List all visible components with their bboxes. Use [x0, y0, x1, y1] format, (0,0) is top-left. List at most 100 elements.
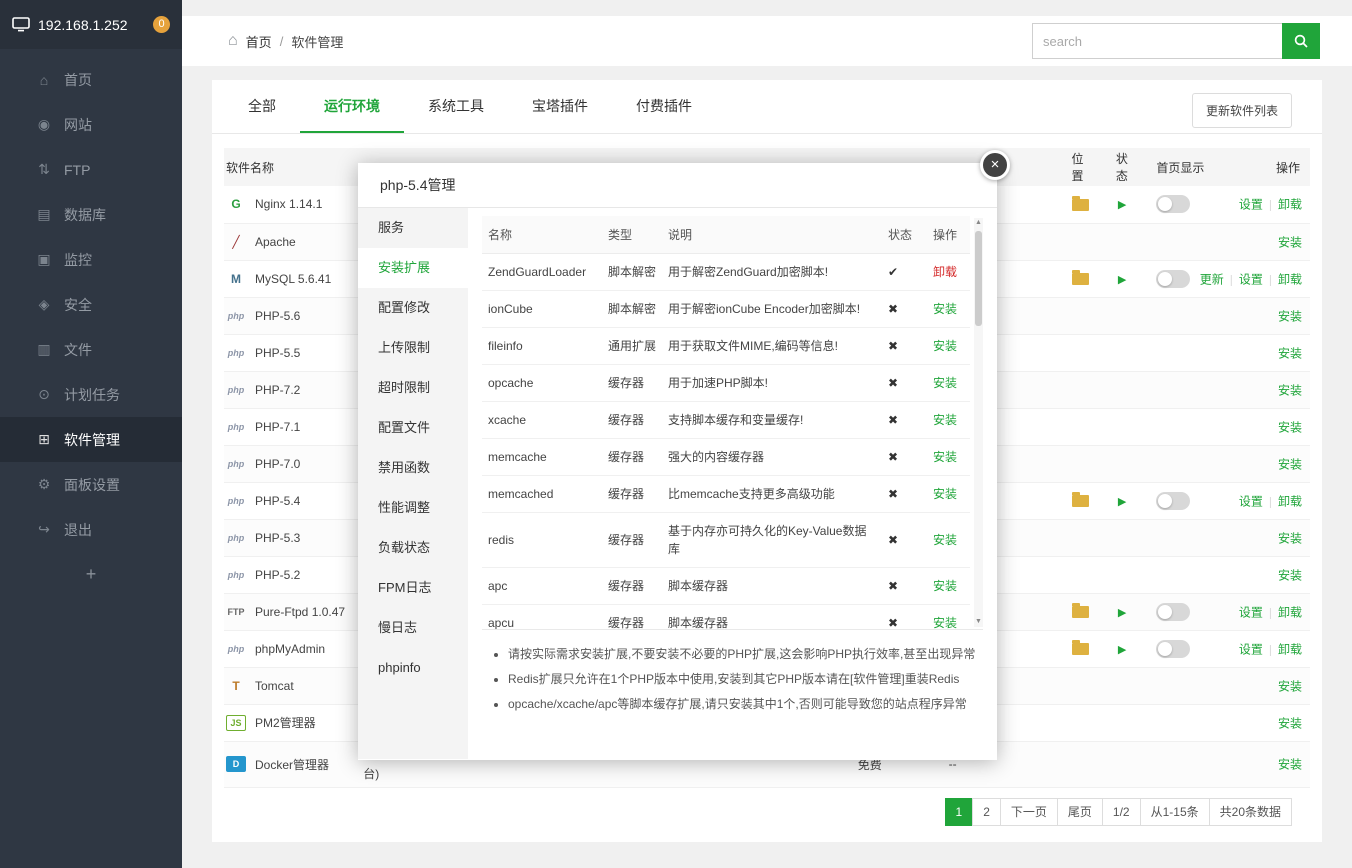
action-settings[interactable]: 设置 — [1239, 272, 1263, 286]
home-display-toggle[interactable] — [1156, 270, 1190, 288]
action-install[interactable]: 安装 — [1278, 383, 1302, 397]
page-item-2[interactable]: 2 — [972, 798, 1001, 826]
action-install[interactable]: 安装 — [1278, 568, 1302, 582]
action-install[interactable]: 安装 — [1278, 309, 1302, 323]
action-install[interactable]: 安装 — [1278, 758, 1302, 772]
install-link[interactable]: 安装 — [933, 339, 957, 353]
install-link[interactable]: 安装 — [933, 616, 957, 630]
uninstall-link[interactable]: 卸载 — [933, 265, 957, 279]
install-link[interactable]: 安装 — [933, 450, 957, 464]
ext-desc: 用于解密ZendGuard加密脚本! — [662, 254, 882, 291]
tab-system-tools[interactable]: 系统工具 — [404, 80, 508, 133]
close-icon[interactable]: × — [980, 150, 1010, 180]
install-link[interactable]: 安装 — [933, 376, 957, 390]
home-display-toggle[interactable] — [1156, 603, 1190, 621]
modal-nav-phpinfo[interactable]: phpinfo — [358, 648, 468, 688]
action-settings[interactable]: 设置 — [1239, 198, 1263, 212]
page-item-1[interactable]: 1 — [945, 798, 974, 826]
tab-paid-plugins[interactable]: 付费插件 — [612, 80, 716, 133]
running-status-icon[interactable]: ▶ — [1118, 644, 1126, 656]
ext-name: apcu — [482, 605, 602, 631]
open-folder-icon[interactable] — [1072, 273, 1089, 285]
running-status-icon[interactable]: ▶ — [1118, 199, 1126, 211]
action-uninstall[interactable]: 卸载 — [1278, 642, 1302, 656]
sidebar-item-sites[interactable]: ◉网站 — [0, 102, 182, 147]
install-link[interactable]: 安装 — [933, 579, 957, 593]
modal-nav-config-modify[interactable]: 配置修改 — [358, 288, 468, 328]
action-settings[interactable]: 设置 — [1239, 605, 1263, 619]
sidebar-item-software[interactable]: ⊞软件管理 — [0, 417, 182, 462]
open-folder-icon[interactable] — [1072, 199, 1089, 211]
action-install[interactable]: 安装 — [1278, 346, 1302, 360]
scrollbar[interactable]: ▲ ▼ — [974, 218, 983, 627]
modal-nav-performance[interactable]: 性能调整 — [358, 488, 468, 528]
tab-all[interactable]: 全部 — [224, 80, 300, 133]
sidebar-item-label: 面板设置 — [64, 475, 120, 495]
sidebar-item-monitor[interactable]: ▣监控 — [0, 237, 182, 282]
ext-name: ZendGuardLoader — [482, 254, 602, 291]
action-uninstall[interactable]: 卸载 — [1278, 272, 1302, 286]
action-settings[interactable]: 设置 — [1239, 494, 1263, 508]
database-icon: ▤ — [36, 206, 52, 223]
sidebar-item-files[interactable]: ▥文件 — [0, 327, 182, 372]
sidebar-item-cron[interactable]: ⊙计划任务 — [0, 372, 182, 417]
action-uninstall[interactable]: 卸载 — [1278, 494, 1302, 508]
modal-nav-fpm-log[interactable]: FPM日志 — [358, 568, 468, 608]
modal-nav-upload-limit[interactable]: 上传限制 — [358, 328, 468, 368]
scroll-up-icon[interactable]: ▲ — [974, 218, 983, 228]
running-status-icon[interactable]: ▶ — [1118, 274, 1126, 286]
sidebar-item-security[interactable]: ◈安全 — [0, 282, 182, 327]
modal-nav-config-file[interactable]: 配置文件 — [358, 408, 468, 448]
add-menu-button[interactable]: + — [0, 552, 182, 597]
running-status-icon[interactable]: ▶ — [1118, 607, 1126, 619]
scroll-down-icon[interactable]: ▼ — [974, 617, 983, 627]
action-update[interactable]: 更新 — [1200, 272, 1224, 286]
action-install[interactable]: 安装 — [1278, 679, 1302, 693]
install-link[interactable]: 安装 — [933, 487, 957, 501]
open-folder-icon[interactable] — [1072, 606, 1089, 618]
modal-nav-load-status[interactable]: 负载状态 — [358, 528, 468, 568]
open-folder-icon[interactable] — [1072, 643, 1089, 655]
page-item-下一页[interactable]: 下一页 — [1000, 798, 1058, 826]
action-install[interactable]: 安装 — [1278, 420, 1302, 434]
action-install[interactable]: 安装 — [1278, 235, 1302, 249]
action-install[interactable]: 安装 — [1278, 457, 1302, 471]
search-button[interactable] — [1282, 23, 1320, 59]
home-display-toggle[interactable] — [1156, 195, 1190, 213]
sidebar-item-home[interactable]: ⌂首页 — [0, 57, 182, 102]
home-display-toggle[interactable] — [1156, 640, 1190, 658]
sidebar-item-logout[interactable]: ↪退出 — [0, 507, 182, 552]
action-uninstall[interactable]: 卸载 — [1278, 605, 1302, 619]
search-input[interactable] — [1032, 23, 1282, 59]
modal-nav-disabled-functions[interactable]: 禁用函数 — [358, 448, 468, 488]
modal-nav-install-ext[interactable]: 安装扩展 — [358, 248, 468, 288]
ext-desc: 支持脚本缓存和变量缓存! — [662, 402, 882, 439]
message-count-badge[interactable]: 0 — [153, 16, 170, 33]
scrollbar-thumb[interactable] — [975, 231, 982, 326]
software-name: TTomcat — [226, 678, 359, 694]
action-settings[interactable]: 设置 — [1239, 642, 1263, 656]
page-item-尾页[interactable]: 尾页 — [1057, 798, 1103, 826]
sidebar-item-ftp[interactable]: ⇅FTP — [0, 147, 182, 192]
home-display-toggle[interactable] — [1156, 492, 1190, 510]
action-install[interactable]: 安装 — [1278, 531, 1302, 545]
sidebar-item-label: 数据库 — [64, 205, 106, 225]
modal-nav-service[interactable]: 服务 — [358, 208, 468, 248]
install-link[interactable]: 安装 — [933, 413, 957, 427]
tab-bt-plugins[interactable]: 宝塔插件 — [508, 80, 612, 133]
install-link[interactable]: 安装 — [933, 302, 957, 316]
running-status-icon[interactable]: ▶ — [1118, 496, 1126, 508]
update-software-list-button[interactable]: 更新软件列表 — [1192, 93, 1292, 128]
modal-nav-timeout-limit[interactable]: 超时限制 — [358, 368, 468, 408]
ext-name: xcache — [482, 402, 602, 439]
sidebar-item-database[interactable]: ▤ 数据库 — [0, 192, 182, 237]
sidebar-item-settings[interactable]: ⚙面板设置 — [0, 462, 182, 507]
open-folder-icon[interactable] — [1072, 495, 1089, 507]
tab-runtime[interactable]: 运行环境 — [300, 80, 404, 133]
breadcrumb-home-link[interactable]: 首页 — [246, 32, 272, 51]
install-link[interactable]: 安装 — [933, 533, 957, 547]
action-uninstall[interactable]: 卸载 — [1278, 198, 1302, 212]
modal-nav-slow-log[interactable]: 慢日志 — [358, 608, 468, 648]
action-install[interactable]: 安装 — [1278, 716, 1302, 730]
ext-desc: 用于加速PHP脚本! — [662, 365, 882, 402]
